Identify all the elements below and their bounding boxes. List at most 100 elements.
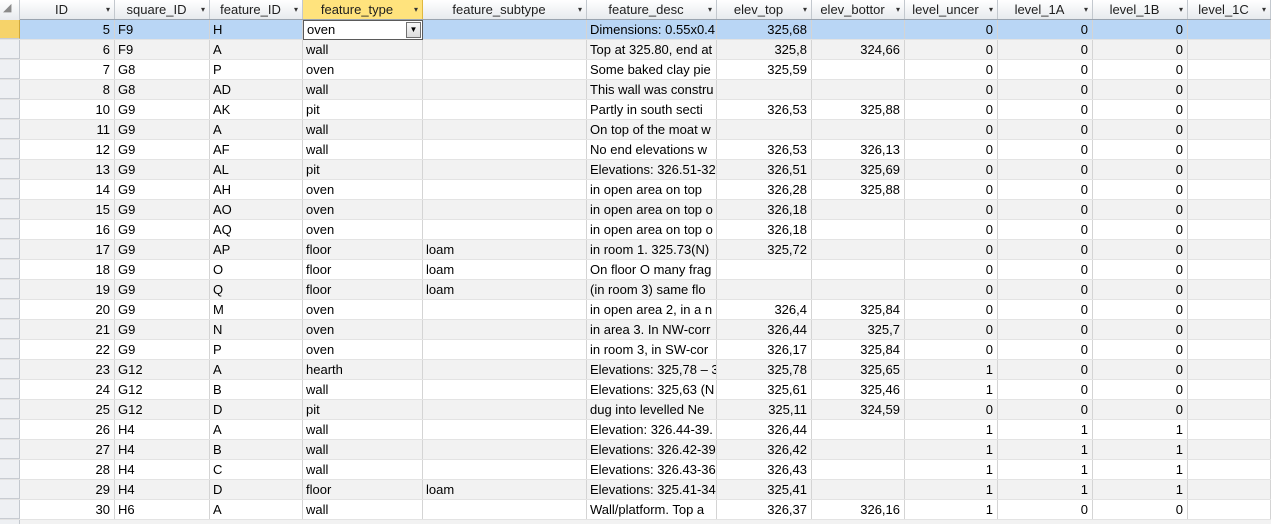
cell-feature-id[interactable]: AP: [210, 240, 303, 259]
cell-id[interactable]: 18: [20, 260, 115, 279]
sort-filter-arrow-icon[interactable]: ▾: [106, 0, 110, 19]
cell-level-1b[interactable]: 1: [1093, 440, 1188, 459]
cell-square-id[interactable]: H6: [115, 500, 210, 519]
cell-level-uncer[interactable]: 0: [905, 340, 998, 359]
cell-feature-desc[interactable]: in area 3. In NW-corr: [587, 320, 717, 339]
cell-elev-top[interactable]: 326,4: [717, 300, 812, 319]
cell-square-id[interactable]: G9: [115, 140, 210, 159]
cell-elev-top[interactable]: 325,11: [717, 400, 812, 419]
sort-filter-arrow-icon[interactable]: ▾: [708, 0, 712, 19]
record-selector[interactable]: [0, 280, 20, 299]
cell-feature-id[interactable]: AL: [210, 160, 303, 179]
cell-level-1b[interactable]: 0: [1093, 320, 1188, 339]
cell-elev-top[interactable]: [717, 80, 812, 99]
cell-feature-type[interactable]: wall: [303, 420, 423, 439]
cell-id[interactable]: 25: [20, 400, 115, 419]
cell-level-1b[interactable]: 0: [1093, 160, 1188, 179]
cell-elev-top[interactable]: 326,44: [717, 420, 812, 439]
cell-elev-bottor[interactable]: 325,46: [812, 380, 905, 399]
cell-feature-type[interactable]: wall: [303, 140, 423, 159]
table-row[interactable]: 23 G12 Ahearth Elevations: 325,78 – 3 325,78…: [0, 360, 1271, 380]
cell-feature-id[interactable]: A: [210, 420, 303, 439]
record-selector[interactable]: [0, 140, 20, 159]
table-row[interactable]: 26 H4 Awall Elevation: 326.44-39. 326,44 1 1 1: [0, 420, 1271, 440]
cell-feature-desc[interactable]: in open area on top: [587, 180, 717, 199]
cell-feature-desc[interactable]: in room 1. 325.73(N): [587, 240, 717, 259]
cell-feature-subtype[interactable]: [423, 40, 587, 59]
cell-level-1c[interactable]: [1188, 160, 1271, 179]
cell-elev-bottor[interactable]: [812, 20, 905, 39]
table-row[interactable]: 21 G9 Noven in area 3. In NW-corr 326,44 325,…: [0, 320, 1271, 340]
cell-level-1c[interactable]: [1188, 20, 1271, 39]
cell-feature-subtype[interactable]: [423, 320, 587, 339]
cell-feature-subtype[interactable]: [423, 420, 587, 439]
cell-feature-id[interactable]: A: [210, 500, 303, 519]
cell-feature-desc[interactable]: Elevation: 326.44-39.: [587, 420, 717, 439]
cell-elev-bottor[interactable]: [812, 60, 905, 79]
cell-feature-id[interactable]: O: [210, 260, 303, 279]
cell-id[interactable]: 28: [20, 460, 115, 479]
cell-level-1b[interactable]: 0: [1093, 200, 1188, 219]
record-selector[interactable]: [0, 160, 20, 179]
sort-filter-arrow-icon[interactable]: ▾: [578, 0, 582, 19]
cell-level-1b[interactable]: 0: [1093, 400, 1188, 419]
cell-level-1c[interactable]: [1188, 320, 1271, 339]
column-header-level-1b[interactable]: level_1B ▾: [1093, 0, 1188, 19]
cell-level-1b[interactable]: 0: [1093, 280, 1188, 299]
record-selector[interactable]: [0, 180, 20, 199]
cell-level-1a[interactable]: 0: [998, 80, 1093, 99]
cell-square-id[interactable]: G12: [115, 360, 210, 379]
cell-feature-subtype[interactable]: [423, 460, 587, 479]
cell-feature-subtype[interactable]: [423, 440, 587, 459]
cell-elev-bottor[interactable]: [812, 220, 905, 239]
cell-elev-bottor[interactable]: [812, 460, 905, 479]
cell-level-1a[interactable]: 0: [998, 100, 1093, 119]
cell-feature-id[interactable]: M: [210, 300, 303, 319]
column-header-level-1a[interactable]: level_1A ▾: [998, 0, 1093, 19]
cell-feature-subtype[interactable]: [423, 20, 587, 39]
cell-level-1b[interactable]: 0: [1093, 60, 1188, 79]
cell-level-1c[interactable]: [1188, 300, 1271, 319]
cell-square-id[interactable]: H4: [115, 440, 210, 459]
cell-id[interactable]: 27: [20, 440, 115, 459]
cell-feature-type[interactable]: floor: [303, 240, 423, 259]
cell-feature-subtype[interactable]: [423, 340, 587, 359]
cell-feature-id[interactable]: N: [210, 320, 303, 339]
cell-level-uncer[interactable]: 1: [905, 500, 998, 519]
cell-elev-bottor[interactable]: 325,88: [812, 180, 905, 199]
cell-feature-desc[interactable]: Top at 325.80, end at: [587, 40, 717, 59]
table-row[interactable]: 24 G12 Bwall Elevations: 325,63 (N 325,61 325…: [0, 380, 1271, 400]
cell-level-1a[interactable]: 0: [998, 260, 1093, 279]
sort-filter-arrow-icon[interactable]: ▾: [1262, 0, 1266, 19]
record-selector[interactable]: [0, 320, 20, 339]
table-row[interactable]: 7 G8 Poven Some baked clay pie 325,59 0 0 0: [0, 60, 1271, 80]
cell-feature-desc[interactable]: Elevations: 325,78 – 3: [587, 360, 717, 379]
cell-feature-desc[interactable]: Partly in south secti: [587, 100, 717, 119]
record-selector[interactable]: [0, 360, 20, 379]
cell-feature-id[interactable]: B: [210, 440, 303, 459]
cell-id[interactable]: 17: [20, 240, 115, 259]
column-header-level-1c[interactable]: level_1C ▾: [1188, 0, 1271, 19]
cell-feature-subtype[interactable]: [423, 200, 587, 219]
cell-level-1c[interactable]: [1188, 200, 1271, 219]
cell-level-uncer[interactable]: 0: [905, 60, 998, 79]
cell-feature-desc[interactable]: (in room 3) same flo: [587, 280, 717, 299]
cell-square-id[interactable]: G9: [115, 280, 210, 299]
cell-level-1a[interactable]: 0: [998, 300, 1093, 319]
cell-level-uncer[interactable]: 0: [905, 40, 998, 59]
cell-level-1a[interactable]: 0: [998, 200, 1093, 219]
cell-feature-type[interactable]: oven: [303, 320, 423, 339]
record-selector[interactable]: [0, 40, 20, 59]
record-selector[interactable]: [0, 460, 20, 479]
record-selector[interactable]: [0, 20, 20, 39]
cell-square-id[interactable]: G9: [115, 220, 210, 239]
table-row[interactable]: 6 F9 Awall Top at 325.80, end at 325,8 324,66…: [0, 40, 1271, 60]
cell-elev-top[interactable]: 326,42: [717, 440, 812, 459]
column-header-feature-id[interactable]: feature_ID ▾: [210, 0, 303, 19]
cell-level-1c[interactable]: [1188, 400, 1271, 419]
cell-feature-desc[interactable]: in room 3, in SW-cor: [587, 340, 717, 359]
table-row[interactable]: 22 G9 Poven in room 3, in SW-cor 326,17 325,8…: [0, 340, 1271, 360]
cell-elev-bottor[interactable]: [812, 240, 905, 259]
cell-level-uncer[interactable]: 0: [905, 20, 998, 39]
cell-level-1b[interactable]: 0: [1093, 300, 1188, 319]
